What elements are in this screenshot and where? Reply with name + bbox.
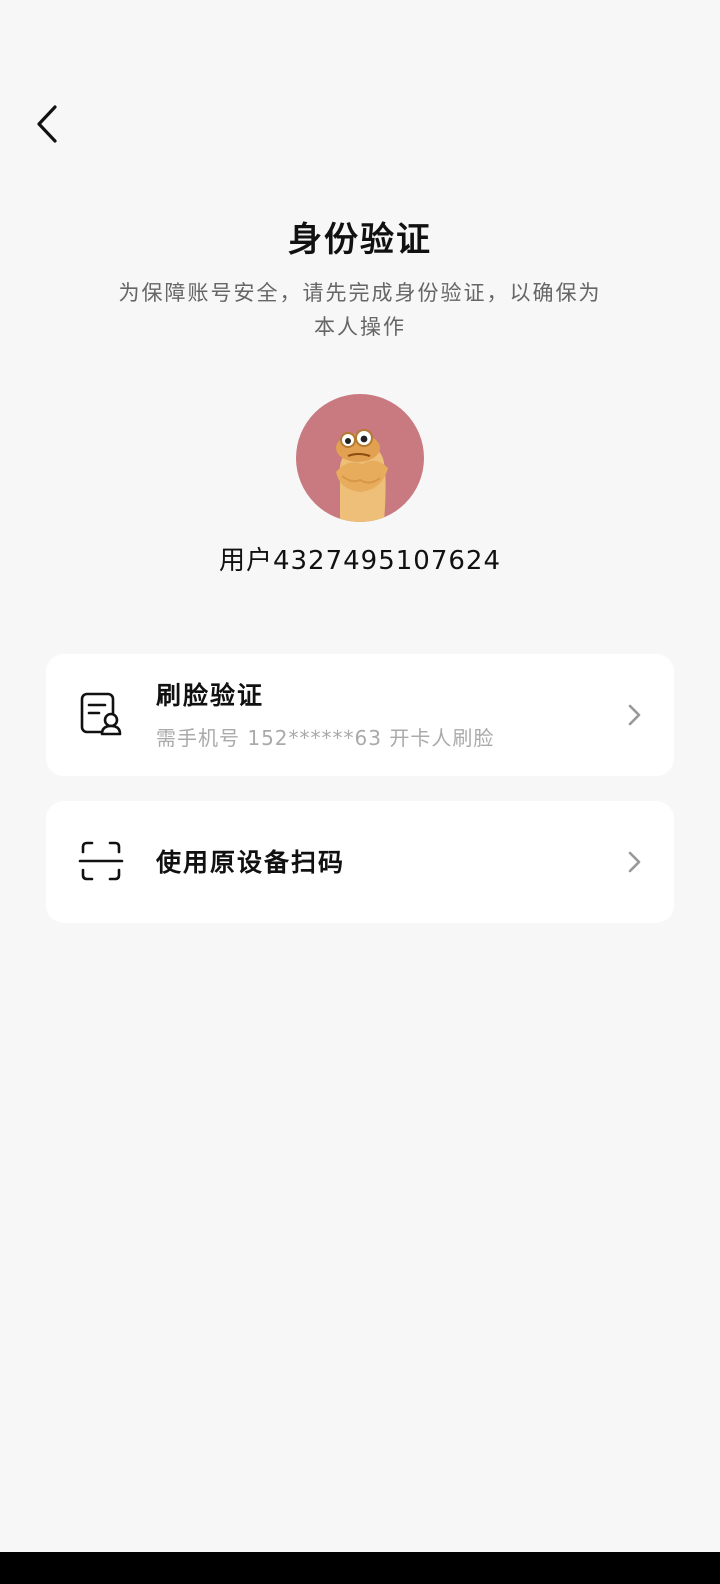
face-id-document-icon <box>80 692 122 736</box>
chevron-left-icon <box>37 105 57 143</box>
scan-icon <box>78 841 124 881</box>
verification-screen: 身份验证 为保障账号安全，请先完成身份验证，以确保为本人操作 用户4327495… <box>0 0 720 1552</box>
system-navigation-bar <box>0 1552 720 1584</box>
scan-option-title: 使用原设备扫码 <box>156 848 346 877</box>
face-verification-option[interactable]: 刷脸验证 需手机号 152******63 开卡人刷脸 <box>46 654 674 776</box>
back-button[interactable] <box>22 96 72 152</box>
face-verification-description: 需手机号 152******63 开卡人刷脸 <box>156 726 495 750</box>
chevron-right-icon <box>628 704 641 726</box>
scan-with-original-device-option[interactable]: 使用原设备扫码 <box>46 801 674 923</box>
username: 用户4327495107624 <box>218 546 502 576</box>
chevron-right-icon <box>628 851 641 873</box>
page-title: 身份验证 <box>288 220 432 260</box>
avatar <box>296 394 424 522</box>
page-subtitle: 为保障账号安全，请先完成身份验证，以确保为本人操作 <box>118 281 602 339</box>
face-verification-title: 刷脸验证 <box>156 681 265 710</box>
cartoon-character-avatar-icon <box>336 429 388 522</box>
